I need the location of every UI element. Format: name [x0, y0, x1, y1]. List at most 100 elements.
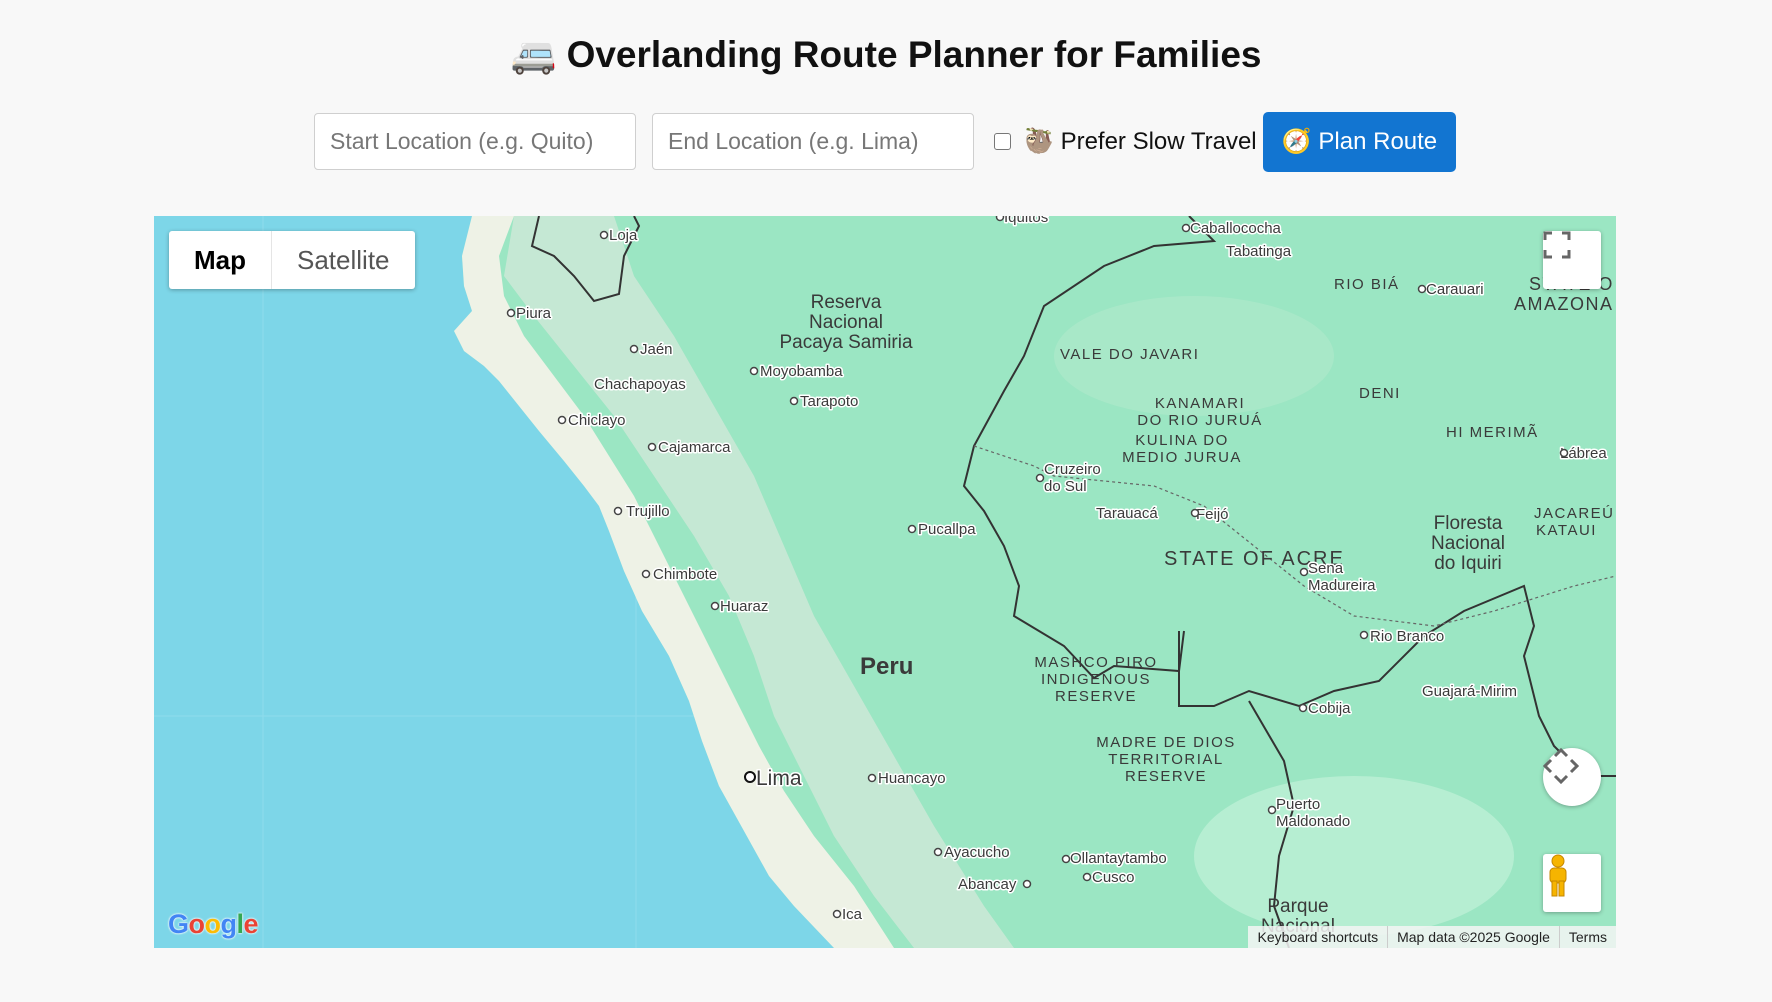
map-label-tabatinga: Tabatinga: [1226, 243, 1292, 260]
city-dot: [1035, 473, 1045, 483]
map-label-rio-branco: Rio Branco: [1370, 628, 1444, 645]
map-label-chimbote: Chimbote: [653, 566, 717, 583]
map-label-mashco-2: INDIGENOUS: [1041, 671, 1151, 688]
capital-dot-lima: [744, 771, 756, 783]
map-label-puerto-1: Puerto: [1276, 796, 1320, 813]
map-label-cruzeiro-1: Cruzeiro: [1044, 461, 1101, 478]
map-label-huaraz: Huaraz: [720, 598, 768, 615]
forest-patch: [1194, 776, 1514, 936]
slow-travel-checkbox[interactable]: [994, 133, 1011, 150]
map-label-carauari: Carauari: [1426, 281, 1484, 298]
map-label-cusco: Cusco: [1092, 869, 1135, 886]
map-label-madre-1: MADRE DE DIOS: [1096, 734, 1236, 751]
city-dot: [1082, 872, 1092, 882]
map-label-ollantaytambo: Ollantaytambo: [1070, 850, 1167, 867]
sloth-icon: 🦥: [1024, 128, 1054, 155]
city-dot: [907, 524, 917, 534]
map-label-feijo: Feijó: [1196, 506, 1229, 523]
keyboard-shortcuts-link[interactable]: Keyboard shortcuts: [1248, 926, 1387, 948]
map-label-cajamarca: Cajamarca: [658, 439, 731, 456]
map-label-kulina-1: KULINA DO: [1135, 432, 1229, 449]
map-type-control: Map Satellite: [169, 231, 415, 289]
map-label-moyobamba: Moyobamba: [760, 363, 843, 380]
end-location-input[interactable]: [652, 113, 974, 170]
map-label-hi-merima: HI MERIMÃ: [1446, 424, 1539, 441]
map-label-ica: Ica: [842, 906, 863, 923]
camera-control-icon: [1543, 748, 1579, 784]
city-dot: [1267, 805, 1277, 815]
page-title-text: Overlanding Route Planner for Families: [566, 34, 1262, 75]
city-dot: [506, 308, 516, 318]
map-label-rio-bia: RIO BIÁ: [1334, 276, 1400, 293]
map-label-reserva-3: Pacaya Samiria: [779, 332, 912, 353]
map-label-sena-1: Sena: [1308, 560, 1344, 577]
map-label-puerto-2: Maldonado: [1276, 813, 1350, 830]
city-dot: [1559, 448, 1569, 458]
slow-travel-label[interactable]: 🦥 Prefer Slow Travel: [1024, 127, 1257, 156]
fullscreen-button[interactable]: [1543, 231, 1601, 289]
map-label-parque-1: Parque: [1267, 896, 1328, 917]
city-dot: [1022, 879, 1032, 889]
city-dot: [789, 396, 799, 406]
city-dot: [1061, 854, 1071, 864]
map-label-jaen: Jaén: [640, 341, 673, 358]
city-dot: [1417, 284, 1427, 294]
map-label-jacareuba-1: JACAREÚ: [1534, 505, 1615, 522]
map-canvas[interactable]: Loja Iquitos Caballococha Tabatinga RIO …: [154, 216, 1616, 948]
city-dot: [1190, 508, 1200, 518]
map-label-huancayo: Huancayo: [878, 770, 946, 787]
map-label-caballococha: Caballococha: [1190, 220, 1282, 237]
city-dot: [629, 344, 639, 354]
map-label-pucallpa: Pucallpa: [918, 521, 976, 538]
map-label-abancay: Abancay: [958, 876, 1017, 893]
map-label-iquitos: Iquitos: [1004, 216, 1048, 226]
city-dot: [599, 230, 609, 240]
plan-route-label: Plan Route: [1318, 128, 1438, 155]
google-logo: Google: [168, 909, 259, 939]
map-label-cobija: Cobija: [1308, 700, 1351, 717]
city-dot: [832, 909, 842, 919]
map-label-guajara: Guajará-Mirim: [1422, 683, 1517, 700]
plan-route-button[interactable]: 🧭 Plan Route: [1263, 112, 1456, 172]
map[interactable]: Loja Iquitos Caballococha Tabatinga RIO …: [154, 216, 1616, 948]
map-label-lima: Lima: [756, 767, 802, 790]
map-label-kanamari-1: KANAMARI: [1155, 395, 1245, 412]
map-label-mashco-3: RESERVE: [1055, 688, 1137, 705]
map-label-peru: Peru: [860, 653, 913, 680]
city-dot: [557, 415, 567, 425]
slow-travel-text: Prefer Slow Travel: [1060, 128, 1257, 155]
map-label-reserva-1: Reserva: [811, 292, 882, 313]
terms-link[interactable]: Terms: [1558, 926, 1616, 948]
compass-icon: 🧭: [1281, 128, 1312, 155]
map-label-loja: Loja: [609, 227, 638, 244]
start-location-input[interactable]: [314, 113, 636, 170]
map-type-satellite-button[interactable]: Satellite: [272, 231, 415, 289]
map-label-madre-2: TERRITORIAL: [1108, 751, 1223, 768]
route-form: 🦥 Prefer Slow Travel 🧭 Plan Route: [0, 112, 1772, 173]
map-label-mashco-1: MASHCO PIRO: [1034, 654, 1157, 671]
map-label-floresta-3: do Iquiri: [1434, 553, 1502, 574]
map-label-tarapoto: Tarapoto: [800, 393, 858, 410]
map-label-floresta-1: Floresta: [1434, 513, 1503, 534]
map-attribution: Keyboard shortcuts Map data ©2025 Google…: [1248, 926, 1616, 948]
city-dot: [933, 847, 943, 857]
map-label-ayacucho: Ayacucho: [944, 844, 1010, 861]
map-label-madre-3: RESERVE: [1125, 768, 1207, 785]
city-dot: [1298, 703, 1308, 713]
map-label-jacareuba-2: KATAUI: [1536, 522, 1597, 539]
map-label-piura: Piura: [516, 305, 552, 322]
map-type-map-button[interactable]: Map: [169, 231, 272, 289]
page-title: 🚐 Overlanding Route Planner for Families: [0, 34, 1772, 77]
camera-control-button[interactable]: [1543, 748, 1601, 806]
map-label-reserva-2: Nacional: [809, 312, 883, 333]
map-label-state-amazonas-2: AMAZONA: [1514, 294, 1614, 314]
street-view-button[interactable]: [1543, 854, 1601, 912]
city-dot: [641, 569, 651, 579]
map-label-trujillo: Trujillo: [626, 503, 670, 520]
map-label-deni: DENI: [1359, 385, 1401, 402]
pegman-icon: [1549, 854, 1567, 897]
city-dot: [647, 442, 657, 452]
map-label-kulina-2: MEDIO JURUA: [1122, 449, 1242, 466]
city-dot: [749, 366, 759, 376]
city-dot: [613, 506, 623, 516]
